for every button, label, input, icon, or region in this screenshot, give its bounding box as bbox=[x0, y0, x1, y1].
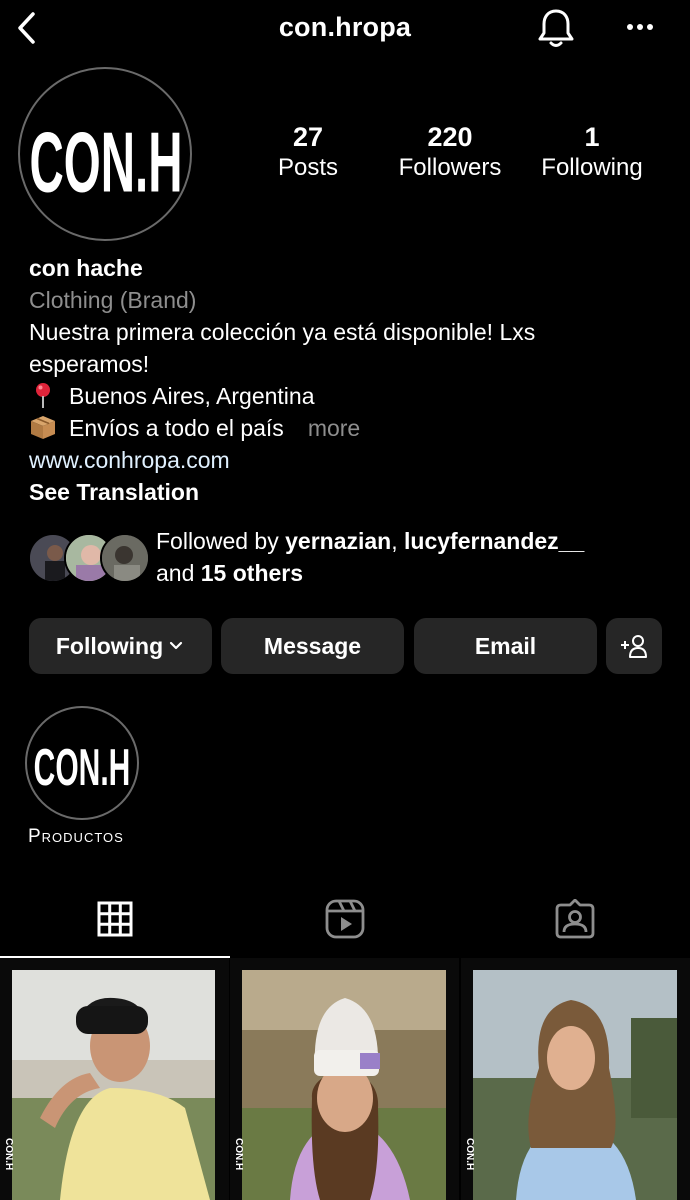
more-link[interactable]: more bbox=[308, 415, 360, 441]
profile-bio: con hache Clothing (Brand) Nuestra prime… bbox=[29, 252, 669, 508]
svg-text:CON.H: CON.H bbox=[3, 1138, 14, 1170]
bio-text-line: Nuestra primera colección ya está dispon… bbox=[29, 319, 536, 345]
display-name: con hache bbox=[29, 255, 143, 281]
more-options-button[interactable] bbox=[622, 12, 658, 42]
followers-count[interactable]: 220 Followers bbox=[390, 122, 510, 184]
website-link[interactable]: www.conhropa.com bbox=[29, 444, 669, 476]
package-icon bbox=[31, 416, 55, 439]
following-button-label: Following bbox=[55, 632, 164, 659]
tab-grid[interactable] bbox=[0, 880, 230, 958]
shipping-line: Envíos a todo el país more bbox=[29, 412, 669, 444]
location-line: Buenos Aires, Argentina bbox=[29, 380, 669, 412]
post-image: CON.H bbox=[0, 958, 229, 1200]
bell-icon bbox=[538, 9, 574, 47]
followed-by-row[interactable]: Followed by yernazian, lucyfernandez__ a… bbox=[28, 525, 668, 595]
reels-icon bbox=[325, 899, 365, 939]
tab-reels[interactable] bbox=[230, 880, 460, 958]
see-translation-button[interactable]: See Translation bbox=[29, 476, 669, 508]
top-bar: con.hropa bbox=[0, 0, 690, 56]
svg-text:CON.H: CON.H bbox=[233, 1138, 244, 1170]
profile-tabs bbox=[0, 880, 690, 958]
following-label: Following bbox=[541, 154, 643, 181]
post-image: CON.H bbox=[461, 958, 690, 1200]
email-button[interactable]: Email bbox=[414, 618, 597, 674]
post-thumbnail[interactable]: CON.H bbox=[230, 958, 459, 1200]
svg-text:CON.H: CON.H bbox=[29, 114, 182, 210]
notification-button[interactable] bbox=[536, 6, 576, 50]
shipping-text: Envíos a todo el país bbox=[69, 415, 284, 441]
brand-logo: CON.H bbox=[29, 114, 182, 210]
avatar bbox=[100, 533, 150, 583]
tab-tagged[interactable] bbox=[460, 880, 690, 958]
post-thumbnail[interactable]: CON.H bbox=[461, 958, 690, 1200]
followed-by-prefix: Followed by bbox=[156, 528, 279, 554]
followed-by-text: Followed by yernazian, lucyfernandez__ a… bbox=[156, 525, 666, 589]
grid-icon bbox=[97, 901, 133, 937]
followed-by-and: and bbox=[156, 560, 195, 586]
bio-text-line: esperamos! bbox=[29, 351, 150, 377]
posts-value: 27 bbox=[292, 122, 324, 152]
more-horizontal-icon bbox=[627, 24, 653, 30]
story-highlight[interactable]: CON.H bbox=[25, 706, 139, 820]
suggested-users-button[interactable] bbox=[606, 618, 662, 674]
followed-by-separator: , bbox=[391, 528, 398, 554]
following-value: 1 bbox=[584, 122, 600, 152]
mutual-follower-link[interactable]: yernazian bbox=[285, 528, 391, 554]
tagged-icon bbox=[555, 899, 595, 939]
message-button[interactable]: Message bbox=[221, 618, 404, 674]
email-button-label: Email bbox=[474, 632, 537, 659]
posts-count[interactable]: 27 Posts bbox=[258, 122, 358, 184]
posts-label: Posts bbox=[277, 154, 339, 181]
highlight-label: Productos bbox=[28, 826, 124, 847]
category-label: Clothing (Brand) bbox=[29, 287, 197, 313]
post-thumbnail[interactable]: CON.H bbox=[0, 958, 229, 1200]
location-text: Buenos Aires, Argentina bbox=[69, 383, 315, 409]
followers-value: 220 bbox=[427, 122, 473, 152]
others-link[interactable]: 15 others bbox=[201, 560, 303, 586]
following-button[interactable]: Following bbox=[29, 618, 212, 674]
posts-grid: CON.H CON.H CON.H bbox=[0, 958, 690, 1200]
profile-avatar[interactable]: CON.H bbox=[18, 67, 192, 241]
message-button-label: Message bbox=[263, 632, 362, 659]
svg-text:CON.H: CON.H bbox=[464, 1138, 475, 1170]
svg-text:CON.H: CON.H bbox=[34, 739, 131, 797]
followers-label: Followers bbox=[398, 154, 502, 181]
round-pushpin-icon bbox=[36, 383, 50, 408]
mutual-follower-link[interactable]: lucyfernandez__ bbox=[404, 528, 584, 554]
profile-username: con.hropa bbox=[278, 12, 412, 42]
post-image: CON.H bbox=[230, 958, 459, 1200]
chevron-down-icon bbox=[170, 641, 183, 650]
highlight-cover: CON.H bbox=[34, 739, 131, 797]
following-count[interactable]: 1 Following bbox=[532, 122, 652, 184]
add-person-icon bbox=[621, 635, 647, 658]
